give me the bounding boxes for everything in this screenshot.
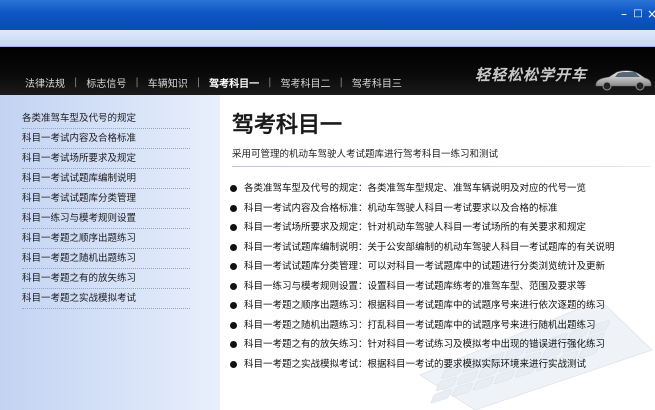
- nav-separator: |: [268, 76, 272, 88]
- list-item: 科目一考试试题库编制说明：关于公安部编制的机动车驾驶人科目一考试题库的有关说明: [230, 238, 650, 258]
- list-item: 科目一练习与模考规则设置：设置科目一考试题库练考的准驾车型、范围及要求等: [230, 277, 650, 297]
- sidebar-item[interactable]: 科目一考题之顺序出题练习: [22, 229, 190, 249]
- list-item-text: 科目一考试试题库编制说明：关于公安部编制的机动车驾驶人科目一考试题库的有关说明: [244, 241, 615, 253]
- sidebar-item[interactable]: 科目一考题之实战模拟考试: [22, 289, 190, 309]
- list-item-text: 科目一考题之有的放矢练习：针对科目一考试练习及模拟考中出现的错误进行强化练习: [244, 339, 606, 350]
- list-item-text: 科目一考题之顺序出题练习：根据科目一考试题库中的试题序号来进行依次逐题的练习: [244, 300, 606, 311]
- sidebar: 各类准驾车型及代号的规定 科目一考试内容及合格标准 科目一考试场所要求及规定 科目一考…: [0, 95, 220, 410]
- sidebar-item[interactable]: 科目一考试试题库编制说明: [22, 169, 190, 189]
- list-item-text: 科目一考题之随机出题练习：打乱科目一考试题库中的试题序号来进行随机出题练习: [244, 319, 596, 331]
- list-item: 科目一考题之顺序出题练习：根据科目一考试题库中的试题序号来进行依次逐题的练习: [230, 296, 650, 316]
- bullet-icon: [230, 224, 237, 232]
- list-item: 科目一考试内容及合格标准：机动车驾驶人科目一考试要求以及合格的标准: [230, 199, 650, 219]
- sidebar-item[interactable]: 科目一考试试题库分类管理: [22, 189, 190, 209]
- sidebar-item[interactable]: 科目一练习与模考规则设置: [22, 209, 190, 229]
- nav-item-5[interactable]: 驾考科目三: [352, 75, 402, 90]
- nav-separator: |: [135, 76, 139, 88]
- nav-separator: |: [74, 76, 78, 88]
- nav-item-4[interactable]: 驾考科目二: [281, 75, 331, 90]
- bullet-icon: [230, 341, 237, 349]
- bullet-icon: [230, 263, 237, 271]
- nav-separator: |: [339, 76, 343, 88]
- list-item-text: 各类准驾车型及代号的规定：各类准驾车型规定、准驾车辆说明及对应的代号一览: [244, 183, 587, 194]
- bullet-icon: [230, 185, 237, 193]
- list-item-text: 科目一考试场所要求及规定：针对机动车驾驶人科目一考试场所的有关要求和规定: [244, 222, 587, 233]
- list-item: 科目一考题之有的放矢练习：针对科目一考试练习及模拟考中出现的错误进行强化练习: [230, 335, 650, 355]
- page-title: 驾考科目一: [232, 113, 343, 138]
- bullet-icon: [230, 360, 237, 368]
- list-item: 科目一考试试题库分类管理：可以对科目一考试题库中的试题进行分类浏览统计及更新: [230, 257, 650, 277]
- bullet-icon: [230, 302, 237, 310]
- close-button[interactable]: ×: [645, 7, 655, 21]
- list-item-text: 科目一练习与模考规则设置：设置科目一考试题库练考的准驾车型、范围及要求等: [244, 280, 587, 292]
- sidebar-item[interactable]: 科目一考题之有的放矢练习: [22, 269, 190, 289]
- maximize-button[interactable]: □: [631, 7, 645, 21]
- divider: [232, 166, 650, 167]
- bullet-icon: [230, 282, 237, 290]
- list-item-text: 科目一考试试题库分类管理：可以对科目一考试题库中的试题进行分类浏览统计及更新: [244, 261, 606, 272]
- list-item: 科目一考题之实战模拟考试：根据科目一考试的要求模拟实际环境来进行实战测试: [230, 355, 650, 375]
- menu-strip: [0, 30, 655, 47]
- list-item-text: 科目一考试内容及合格标准：机动车驾驶人科目一考试要求以及合格的标准: [244, 202, 558, 214]
- slogan: 轻轻松松学开车: [475, 66, 588, 84]
- bullet-icon: [230, 243, 237, 251]
- page-subtitle: 采用可管理的机动车驾驶人考试题库进行驾考科目一练习和测试: [232, 149, 499, 160]
- sidebar-item[interactable]: 科目一考题之随机出题练习: [22, 249, 190, 269]
- nav-item-1[interactable]: 标志信号: [86, 75, 126, 90]
- bullet-icon: [230, 204, 237, 212]
- window-titlebar: – □ ×: [0, 0, 655, 30]
- minimize-button[interactable]: –: [617, 7, 631, 21]
- main-content: 驾考科目一 采用可管理的机动车驾驶人考试题库进行驾考科目一练习和测试 各类准驾车…: [220, 95, 655, 410]
- nav-item-3[interactable]: 驾考科目一: [209, 75, 259, 90]
- nav-separator: |: [196, 76, 201, 88]
- sidebar-item[interactable]: 科目一考试场所要求及规定: [22, 149, 190, 169]
- list-item: 各类准驾车型及代号的规定：各类准驾车型规定、准驾车辆说明及对应的代号一览: [230, 179, 650, 199]
- list-item: 科目一考题之随机出题练习：打乱科目一考试题库中的试题序号来进行随机出题练习: [230, 316, 650, 336]
- list-item: 科目一考试场所要求及规定：针对机动车驾驶人科目一考试场所的有关要求和规定: [230, 218, 650, 238]
- car-icon: [595, 70, 652, 91]
- nav-item-0[interactable]: 法律法规: [25, 75, 65, 90]
- sidebar-item[interactable]: 各类准驾车型及代号的规定: [22, 109, 190, 129]
- sidebar-item[interactable]: 科目一考试内容及合格标准: [22, 129, 190, 149]
- sidebar-list: 各类准驾车型及代号的规定 科目一考试内容及合格标准 科目一考试场所要求及规定 科目一考…: [22, 109, 190, 309]
- bullet-icon: [230, 321, 237, 329]
- content-list: 各类准驾车型及代号的规定：各类准驾车型规定、准驾车辆说明及对应的代号一览 科目一考…: [230, 179, 650, 374]
- nav-item-2[interactable]: 车辆知识: [148, 75, 188, 90]
- list-item-text: 科目一考题之实战模拟考试：根据科目一考试的要求模拟实际环境来进行实战测试: [244, 358, 587, 370]
- nav-banner: 法律法规 | 标志信号 | 车辆知识 | 驾考科目一 | 驾考科目二 | 驾考科目三 轻轻松松学开车: [0, 47, 655, 95]
- nav-menu: 法律法规 | 标志信号 | 车辆知识 | 驾考科目一 | 驾考科目二 | 驾考科目三: [25, 75, 402, 90]
